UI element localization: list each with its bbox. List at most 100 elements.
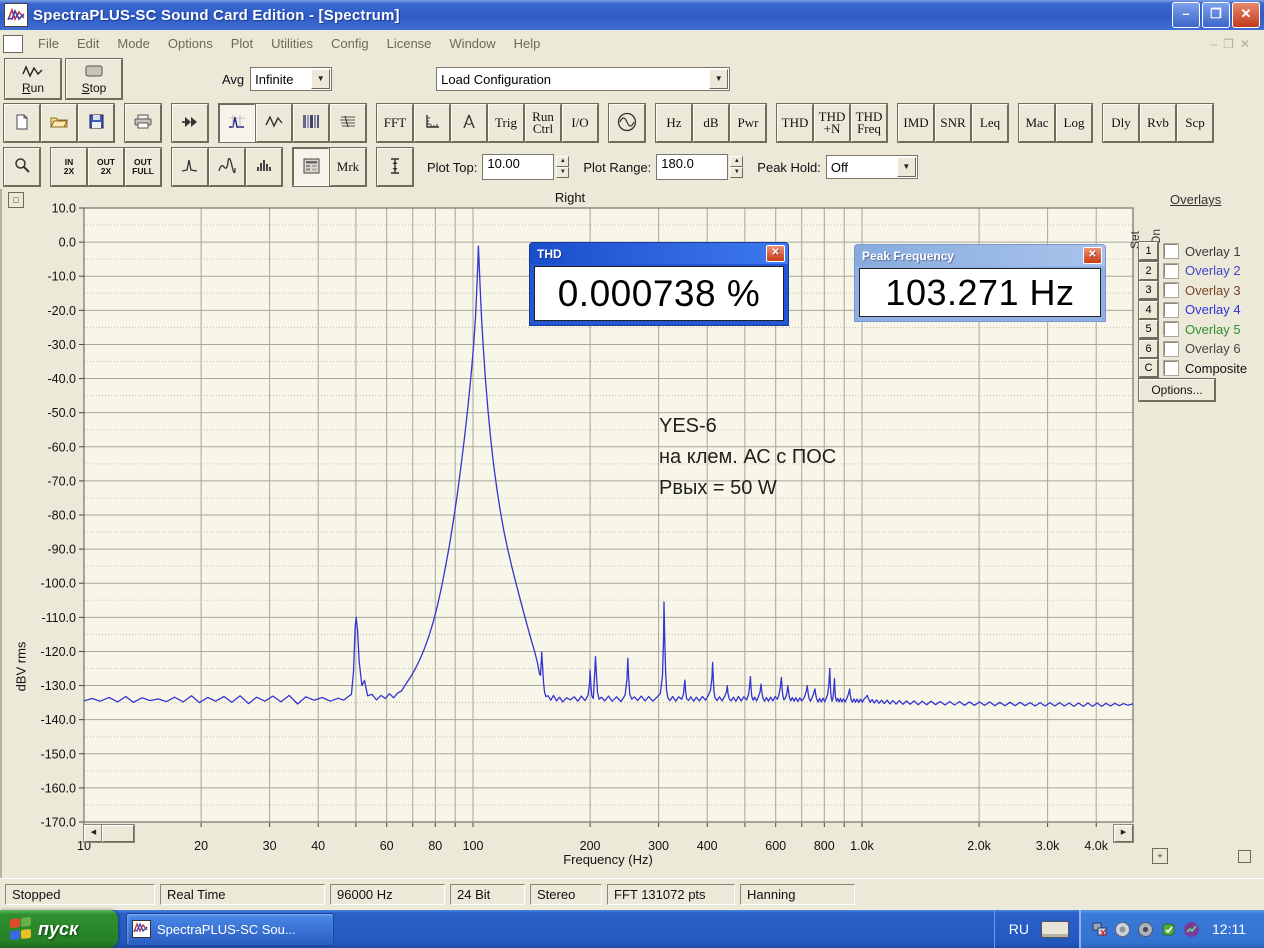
overlay-set-button-6[interactable]: 6: [1139, 339, 1158, 358]
signal-generator-button[interactable]: [609, 104, 645, 142]
overlay-set-button-1[interactable]: 1: [1139, 242, 1158, 260]
language-bar[interactable]: RU: [993, 910, 1079, 948]
overlay-set-button-5[interactable]: 5: [1139, 320, 1158, 338]
menu-config[interactable]: Config: [322, 36, 378, 51]
snr-button[interactable]: SNR: [935, 104, 971, 142]
minimize-button[interactable]: –: [1172, 2, 1200, 28]
keyboard-icon[interactable]: [1041, 920, 1069, 938]
db-button[interactable]: dB: [693, 104, 729, 142]
smooth-curve-button[interactable]: [209, 148, 245, 186]
configuration-select[interactable]: Load Configuration ▼: [436, 67, 731, 91]
overlay-checkbox-3[interactable]: [1164, 283, 1178, 297]
zoom-in-2x-button[interactable]: IN 2X: [51, 148, 87, 186]
zoom-button[interactable]: [4, 148, 40, 186]
imd-button[interactable]: IMD: [898, 104, 934, 142]
close-button[interactable]: ✕: [1232, 2, 1260, 28]
menu-plot[interactable]: Plot: [222, 36, 262, 51]
overlay-checkbox-4[interactable]: [1164, 302, 1178, 317]
corner-pane-button[interactable]: [1238, 850, 1251, 863]
run-button[interactable]: Run: [5, 59, 61, 99]
scaling-button[interactable]: [414, 104, 450, 142]
delay-button[interactable]: Dly: [1103, 104, 1139, 142]
io-button[interactable]: I/O: [562, 104, 598, 142]
scroll-right-button[interactable]: ▶: [1114, 825, 1133, 842]
menu-help[interactable]: Help: [505, 36, 550, 51]
overlay-checkbox-2[interactable]: [1164, 263, 1178, 278]
stop-button[interactable]: Stop: [66, 59, 122, 99]
start-button[interactable]: пуск: [0, 910, 118, 948]
close-icon[interactable]: ✕: [766, 245, 785, 262]
plot-top-spinner[interactable]: ▲ ▼: [556, 156, 570, 178]
overlay-set-button-4[interactable]: 4: [1139, 300, 1158, 319]
plot-range-spinner[interactable]: ▲ ▼: [730, 156, 744, 178]
bar-graph-button[interactable]: [246, 148, 282, 186]
scrollbar-thumb[interactable]: [102, 825, 134, 842]
marker-button[interactable]: Mrk: [330, 148, 366, 186]
power-button[interactable]: Pwr: [730, 104, 766, 142]
spectrum-window-icon[interactable]: [3, 34, 23, 53]
update-icon[interactable]: [1160, 921, 1177, 938]
plot-scale-button[interactable]: [377, 148, 413, 186]
macro-button[interactable]: Mac: [1019, 104, 1055, 142]
save-file-button[interactable]: [78, 104, 114, 142]
menu-utilities[interactable]: Utilities: [262, 36, 322, 51]
overlay-set-button-2[interactable]: 2: [1139, 261, 1158, 280]
menu-window[interactable]: Window: [440, 36, 504, 51]
overlay-checkbox-5[interactable]: [1164, 322, 1178, 336]
network-error-icon[interactable]: x: [1091, 921, 1108, 939]
hz-button[interactable]: Hz: [656, 104, 692, 142]
menu-edit[interactable]: Edit: [68, 36, 108, 51]
spectrum-display-button[interactable]: [219, 104, 255, 142]
scroll-left-button[interactable]: ◀: [84, 825, 103, 842]
fast-forward-button[interactable]: [172, 104, 208, 142]
peak-frequency-window[interactable]: Peak Frequency ✕ 103.271 Hz: [855, 245, 1105, 321]
thd-window-titlebar[interactable]: THD ✕: [530, 243, 788, 264]
spinner-up-icon[interactable]: ▲: [730, 156, 744, 167]
log-button[interactable]: Log: [1056, 104, 1092, 142]
menu-file[interactable]: File: [29, 36, 68, 51]
thd-meter-window[interactable]: THD ✕ 0.000738 %: [530, 243, 788, 325]
chevron-down-icon[interactable]: ▼: [311, 69, 331, 89]
peak-curve-button[interactable]: [172, 148, 208, 186]
leq-button[interactable]: Leq: [972, 104, 1008, 142]
trigger-button[interactable]: Trig: [488, 104, 524, 142]
chevron-down-icon[interactable]: ▼: [896, 157, 916, 177]
spinner-up-icon[interactable]: ▲: [556, 156, 570, 167]
thd-n-button[interactable]: THD +N: [814, 104, 850, 142]
overlay-checkbox-6[interactable]: [1164, 341, 1178, 356]
close-icon[interactable]: ✕: [1083, 247, 1102, 264]
spinner-down-icon[interactable]: ▼: [556, 167, 570, 178]
peak-window-titlebar[interactable]: Peak Frequency ✕: [855, 245, 1105, 266]
zoom-out-2x-button[interactable]: OUT 2X: [88, 148, 124, 186]
overlay-checkbox-1[interactable]: [1164, 244, 1178, 258]
phase-display-button[interactable]: [451, 104, 487, 142]
spinner-down-icon[interactable]: ▼: [730, 167, 744, 178]
reverb-button[interactable]: Rvb: [1140, 104, 1176, 142]
print-button[interactable]: [125, 104, 161, 142]
overlay-set-button-3[interactable]: 3: [1139, 281, 1158, 299]
activity-icon[interactable]: [1183, 921, 1200, 938]
menu-license[interactable]: License: [378, 36, 441, 51]
run-control-button[interactable]: Run Ctrl: [525, 104, 561, 142]
waveform-display-button[interactable]: [256, 104, 292, 142]
fft-settings-button[interactable]: FFT: [377, 104, 413, 142]
chevron-down-icon[interactable]: ▼: [709, 69, 729, 89]
plot-top-input[interactable]: 10.00: [482, 154, 555, 180]
menu-options[interactable]: Options: [159, 36, 222, 51]
restore-button[interactable]: ❐: [1202, 2, 1230, 28]
thd-freq-button[interactable]: THD Freq: [851, 104, 887, 142]
audio-device-icon[interactable]: [1137, 921, 1154, 938]
overlay-checkbox-C[interactable]: [1164, 361, 1178, 375]
child-window-controls[interactable]: –❐✕: [1211, 37, 1264, 51]
surface-display-button[interactable]: [330, 104, 366, 142]
overlay-options-button[interactable]: Options...: [1139, 379, 1215, 401]
zoom-out-full-button[interactable]: OUT FULL: [125, 148, 161, 186]
display-options-button[interactable]: [293, 148, 329, 186]
taskbar-app-button[interactable]: SpectraPLUS-SC Sou...: [126, 912, 334, 946]
overlay-set-button-C[interactable]: C: [1139, 359, 1158, 377]
avg-select[interactable]: Infinite ▼: [250, 67, 333, 91]
plot-range-input[interactable]: 180.0: [656, 154, 729, 180]
open-file-button[interactable]: [41, 104, 77, 142]
thd-button[interactable]: THD: [777, 104, 813, 142]
expand-pane-button[interactable]: +: [1152, 848, 1168, 864]
